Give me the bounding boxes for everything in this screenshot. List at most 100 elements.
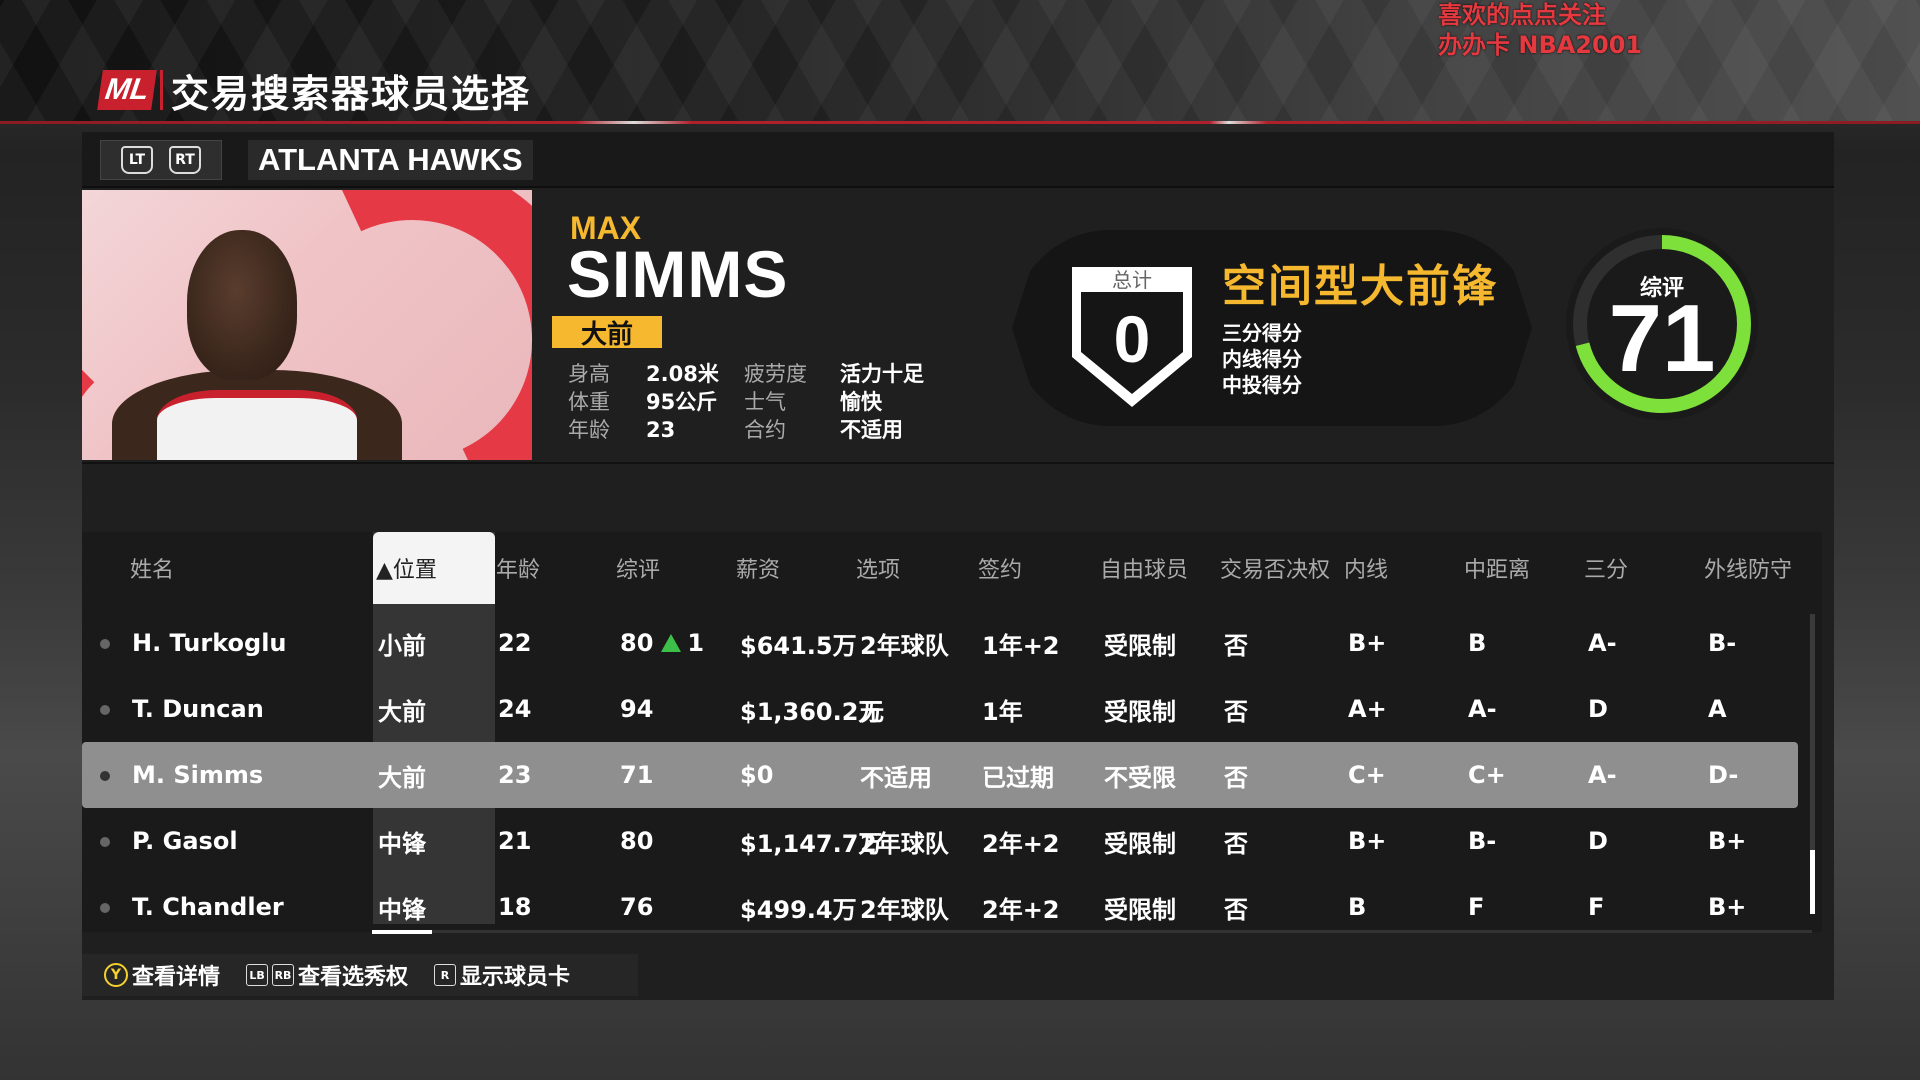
cell-mid-range: B <box>1468 610 1486 676</box>
cell-three: A- <box>1588 610 1617 676</box>
table-row[interactable]: P. Gasol 中锋 21 80 $1,147.7万 2年球队 2年+2 受限制否 B+ B- D… <box>82 808 1802 874</box>
col-header-mid-range[interactable]: 中距离 <box>1464 532 1530 604</box>
cell-name: M. Simms <box>132 742 263 808</box>
attr-label: 年龄 <box>568 418 610 442</box>
col-header-signed[interactable]: 签约 <box>978 532 1022 604</box>
cell-overall: 80 <box>620 808 653 874</box>
col-header-inside[interactable]: 内线 <box>1344 532 1388 604</box>
cell-salary-text: $499.4万 <box>740 895 857 924</box>
cell-trade-veto: 否 <box>1224 808 1248 874</box>
cell-mid-range-text: C+ <box>1468 761 1506 789</box>
cell-perimeter-defense-text: A <box>1708 695 1727 723</box>
cell-signed: 2年+2 <box>982 808 1060 874</box>
cell-perimeter-defense: B+ <box>1708 808 1746 874</box>
row-indicator-dot <box>100 639 110 649</box>
archetype-tag: 中投得分 <box>1222 373 1302 397</box>
col-header-trade-veto[interactable]: 交易否决权 <box>1220 532 1330 604</box>
cell-free-agent-text: 受限制 <box>1104 631 1176 660</box>
cell-mid-range-text: B <box>1468 629 1487 657</box>
cell-overall-text: 71 <box>620 761 654 789</box>
cell-signed-text: 2年+2 <box>982 829 1060 858</box>
cell-option: 无 <box>860 676 884 742</box>
cell-trade-veto-text: 否 <box>1224 895 1248 924</box>
col-header-three[interactable]: 三分 <box>1584 532 1628 604</box>
col-header-overall[interactable]: 综评 <box>616 532 660 604</box>
player-head <box>187 230 297 380</box>
view-picks-hint[interactable]: LB RB 查看选秀权 <box>246 959 408 991</box>
cell-overall: 80 1 <box>620 610 704 676</box>
cell-mid-range: A- <box>1468 676 1497 742</box>
rating-up-arrow-icon <box>661 634 682 652</box>
cell-free-agent-text: 受限制 <box>1104 697 1176 726</box>
watermark-line-2: 办办卡 NBA2001 <box>1438 31 1643 59</box>
cell-three-text: A- <box>1588 761 1617 789</box>
row-indicator-dot <box>100 705 110 715</box>
cell-salary-text: $0 <box>740 761 774 789</box>
cell-overall-text: 80 <box>620 827 654 855</box>
col-header-position[interactable]: ▲位置 <box>376 532 437 604</box>
col-header-name[interactable]: 姓名 <box>130 532 174 604</box>
show-card-hint[interactable]: R 显示球员卡 <box>434 959 570 991</box>
cell-position: 大前 <box>378 742 426 808</box>
view-picks-label: 查看选秀权 <box>298 965 409 990</box>
attr-value: 不适用 <box>840 418 903 442</box>
cell-three-text: D <box>1588 695 1608 723</box>
view-details-hint[interactable]: Y 查看详情 <box>104 959 220 991</box>
team-switcher[interactable]: LT RT <box>100 140 222 180</box>
row-indicator-dot <box>100 837 110 847</box>
cell-perimeter-defense: D- <box>1708 742 1738 808</box>
horizontal-scroll-thumb[interactable] <box>372 930 432 934</box>
attr-row: 体重 95公斤 士气 愉快 <box>568 388 924 416</box>
cell-perimeter-defense-text: B+ <box>1708 827 1747 855</box>
cell-position-text: 小前 <box>378 631 426 660</box>
cell-position: 大前 <box>378 676 426 742</box>
cell-signed-text: 1年+2 <box>982 631 1060 660</box>
lt-trigger-icon[interactable]: LT <box>121 146 153 174</box>
cell-position-text: 大前 <box>378 763 426 792</box>
player-portrait <box>82 190 532 460</box>
cell-age: 21 <box>498 808 531 874</box>
col-header-perimeter-defense[interactable]: 外线防守 <box>1704 532 1792 604</box>
cell-free-agent: 受限制 <box>1104 676 1176 742</box>
cell-position: 小前 <box>378 610 426 676</box>
cell-age: 22 <box>498 610 531 676</box>
cell-perimeter-defense-text: B- <box>1708 629 1737 657</box>
cell-signed: 已过期 <box>982 742 1054 808</box>
col-header-salary[interactable]: 薪资 <box>736 532 780 604</box>
cell-free-agent: 受限制 <box>1104 610 1176 676</box>
archetype-tags: 三分得分 内线得分 中投得分 <box>1222 320 1302 398</box>
cell-signed-text: 2年+2 <box>982 895 1060 924</box>
col-header-free-agent[interactable]: 自由球员 <box>1100 532 1188 604</box>
cell-name: H. Turkoglu <box>132 610 287 676</box>
horizontal-scrollbar[interactable] <box>372 930 1812 933</box>
cell-three: A- <box>1588 742 1617 808</box>
table-row[interactable]: M. Simms 大前 23 71 $0 不适用 已过期 不受限 否 C+ C+ A- D- <box>82 742 1798 808</box>
cell-three-text: A- <box>1588 629 1617 657</box>
player-jersey <box>157 390 357 460</box>
cell-mid-range-text: B- <box>1468 827 1497 855</box>
myleague-logo: ML <box>97 70 157 110</box>
attr-label: 合约 <box>744 418 786 442</box>
cell-position-text: 中锋 <box>378 895 426 924</box>
vertical-scroll-thumb[interactable] <box>1810 850 1815 914</box>
table-row[interactable]: T. Duncan 大前 24 94 $1,360.2万无 1年 受限制否 A+ A- D A <box>82 676 1802 742</box>
cell-name-text: T. Duncan <box>132 695 264 723</box>
attr-value: 2.08米 <box>646 362 719 386</box>
archetype-title: 空间型大前锋 <box>1222 261 1498 312</box>
cell-trade-veto-text: 否 <box>1224 631 1248 660</box>
cell-inside-text: A+ <box>1348 695 1387 723</box>
cell-position-text: 中锋 <box>378 829 426 858</box>
cell-perimeter-defense: B- <box>1708 610 1736 676</box>
cell-inside: C+ <box>1348 742 1386 808</box>
cell-inside: A+ <box>1348 676 1387 742</box>
rt-trigger-icon[interactable]: RT <box>169 146 201 174</box>
rt-button-icon: R <box>434 964 457 986</box>
button-hints: Y 查看详情 LB RB 查看选秀权 R 显示球员卡 <box>82 954 638 996</box>
col-header-age[interactable]: 年龄 <box>496 532 540 604</box>
row-indicator-dot <box>100 903 110 913</box>
table-row[interactable]: H. Turkoglu 小前 22 80 1 $641.5万 2年球队 1年+2 受限制 否 B+ B… <box>82 610 1802 676</box>
overall-value: 71 <box>1608 285 1716 392</box>
y-button-icon: Y <box>104 963 128 987</box>
rb-button-icon: RB <box>272 964 295 986</box>
col-header-option[interactable]: 选项 <box>856 532 900 604</box>
